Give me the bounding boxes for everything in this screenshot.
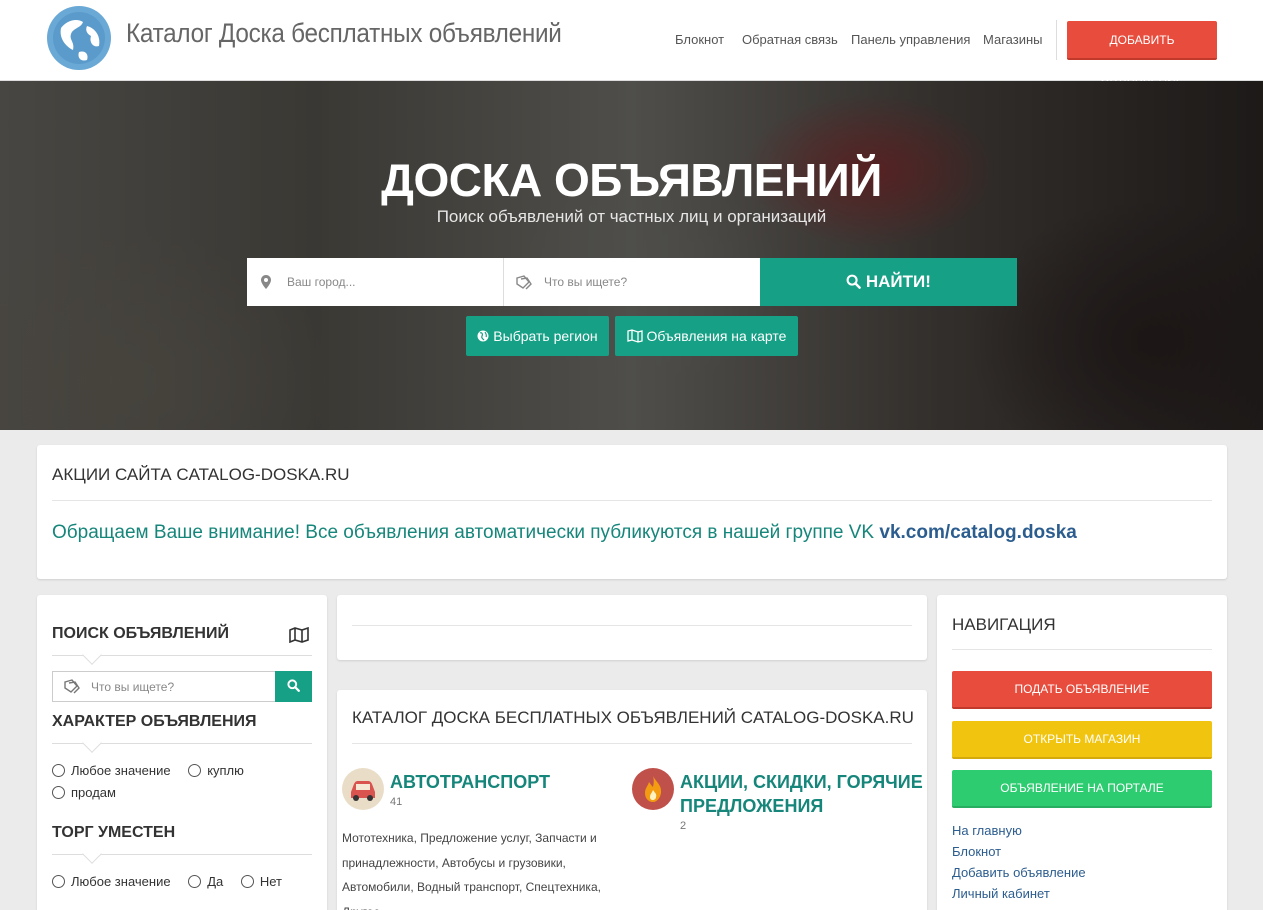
divider	[352, 625, 912, 626]
radio-label: Нет	[259, 874, 282, 889]
map-listings-button[interactable]: Объявления на карте	[615, 316, 798, 356]
post-listing-button[interactable]: ПОДАТЬ ОБЪЯВЛЕНИЕ	[952, 671, 1212, 709]
hero-title: ДОСКА ОБЪЯВЛЕНИЙ	[381, 154, 882, 206]
radio-label: куплю	[207, 763, 244, 778]
query-input[interactable]	[544, 258, 744, 306]
tags-icon	[516, 275, 532, 290]
site-header: Каталог Доска бесплатных объявлений Блок…	[0, 0, 1263, 85]
open-shop-button[interactable]: ОТКРЫТЬ МАГАЗИН	[952, 721, 1212, 759]
radio-any-bargain[interactable]	[52, 875, 65, 888]
divider-notch	[82, 844, 102, 864]
promo-panel: АКЦИИ САЙТА CATALOG-DOSKA.RU Обращаем Ва…	[37, 445, 1227, 579]
divider	[952, 649, 1212, 650]
query-field	[504, 258, 760, 306]
radio-sell[interactable]	[52, 786, 65, 799]
map-marker-icon	[261, 275, 271, 289]
category-link-auto[interactable]: АВТОТРАНСПОРТ	[390, 770, 550, 794]
globe-logo-icon[interactable]	[47, 6, 111, 70]
radio-any-type[interactable]	[52, 764, 65, 777]
catalog-panel: КАТАЛОГ ДОСКА БЕСПЛАТНЫХ ОБЪЯВЛЕНИЙ CATA…	[337, 690, 927, 910]
subcategory-line[interactable]: Мототехника, Предложение услуг, Запчасти…	[342, 826, 622, 851]
listing-type-title: ХАРАКТЕР ОБЪЯВЛЕНИЯ	[52, 713, 257, 730]
sidebar-search-field	[52, 671, 312, 702]
radio-label: Любое значение	[71, 874, 171, 889]
radio-buy[interactable]	[188, 764, 202, 777]
link-account[interactable]: Личный кабинет	[952, 886, 1050, 901]
listing-type-options: Любое значение куплю	[52, 763, 258, 778]
bargain-options: Любое значение Да Нет	[52, 874, 296, 889]
choose-region-label: Выбрать регион	[493, 328, 598, 344]
bargain-title: ТОРГ УМЕСТЕН	[52, 824, 176, 841]
category-title-line: ПРЕДЛОЖЕНИЯ	[680, 796, 824, 816]
category-title-line: АКЦИИ, СКИДКИ, ГОРЯЧИЕ	[680, 772, 923, 792]
search-icon	[287, 678, 300, 692]
listing-type-options-2: продам	[52, 785, 130, 800]
nav-notebook[interactable]: Блокнот	[675, 32, 724, 47]
fire-icon[interactable]	[632, 768, 674, 810]
promo-title: АКЦИИ САЙТА CATALOG-DOSKA.RU	[52, 465, 350, 484]
content-panel-empty	[337, 595, 927, 660]
search-sidebar: ПОИСК ОБЪЯВЛЕНИЙ ХАРАКТЕР ОБЪЯВЛЕНИЯ Люб…	[37, 595, 327, 910]
city-input[interactable]	[287, 258, 487, 306]
divider	[352, 743, 912, 744]
radio-yes[interactable]	[188, 875, 202, 888]
nav-control-panel[interactable]: Панель управления	[851, 32, 970, 47]
portal-listing-button[interactable]: ОБЪЯВЛЕНИЕ НА ПОРТАЛЕ	[952, 770, 1212, 808]
map-toggle-icon[interactable]	[289, 627, 309, 643]
hero-search-form: НАЙТИ!	[247, 258, 1017, 306]
nav-shops[interactable]: Магазины	[983, 32, 1043, 47]
add-listing-button[interactable]: ДОБАВИТЬ ОБЪЯВЛЕНИЕ	[1067, 21, 1217, 85]
category-link-promotions[interactable]: АКЦИИ, СКИДКИ, ГОРЯЧИЕ ПРЕДЛОЖЕНИЯ	[680, 770, 923, 818]
search-icon	[846, 274, 861, 289]
map-icon	[626, 329, 643, 343]
subcategory-line[interactable]: Автомобили, Водный транспорт, Спецтехник…	[342, 875, 622, 900]
nav-divider	[1056, 20, 1057, 60]
hero-subtitle: Поиск объявлений от частных лиц и органи…	[436, 207, 827, 226]
subcategory-line[interactable]: принадлежности, Автобусы и грузовики,	[342, 851, 622, 876]
map-listings-label: Объявления на карте	[646, 328, 787, 344]
link-add-listing[interactable]: Добавить объявление	[952, 865, 1086, 880]
car-icon[interactable]	[342, 768, 384, 810]
hero-banner: ДОСКА ОБЪЯВЛЕНИЙ Поиск объявлений от час…	[0, 81, 1263, 430]
nav-feedback[interactable]: Обратная связь	[742, 32, 838, 47]
navigation-panel: НАВИГАЦИЯ ПОДАТЬ ОБЪЯВЛЕНИЕ ОТКРЫТЬ МАГА…	[937, 595, 1227, 910]
link-home[interactable]: На главную	[952, 823, 1022, 838]
category-count: 41	[390, 796, 403, 808]
divider	[52, 500, 1212, 501]
radio-no[interactable]	[240, 875, 254, 888]
navigation-title: НАВИГАЦИЯ	[952, 615, 1056, 634]
radio-label: продам	[71, 785, 116, 800]
site-title[interactable]: Каталог Доска бесплатных объявлений	[126, 18, 562, 49]
sidebar-search-input[interactable]	[91, 672, 271, 701]
category-count: 2	[680, 820, 687, 832]
divider-notch	[82, 645, 102, 665]
divider-notch	[82, 733, 102, 753]
globe-icon	[477, 330, 489, 342]
sidebar-search-title: ПОИСК ОБЪЯВЛЕНИЙ	[52, 625, 229, 642]
radio-label: Любое значение	[71, 763, 171, 778]
tags-icon	[64, 679, 80, 694]
vk-group-link[interactable]: vk.com/catalog.doska	[879, 522, 1076, 543]
search-button-label: НАЙТИ!	[865, 272, 931, 291]
search-button[interactable]: НАЙТИ!	[760, 258, 1017, 306]
promo-text: Обращаем Ваше внимание! Все объявления а…	[52, 522, 1077, 544]
choose-region-button[interactable]: Выбрать регион	[466, 316, 609, 356]
sidebar-search-button[interactable]	[275, 671, 312, 702]
subcategory-line[interactable]: Другое	[342, 900, 622, 910]
link-notebook[interactable]: Блокнот	[952, 844, 1001, 859]
radio-label: Да	[207, 874, 224, 889]
promo-message: Обращаем Ваше внимание! Все объявления а…	[52, 522, 875, 543]
category-subcategories: Мототехника, Предложение услуг, Запчасти…	[342, 826, 622, 910]
catalog-title: КАТАЛОГ ДОСКА БЕСПЛАТНЫХ ОБЪЯВЛЕНИЙ CATA…	[352, 708, 914, 727]
city-field	[247, 258, 504, 306]
